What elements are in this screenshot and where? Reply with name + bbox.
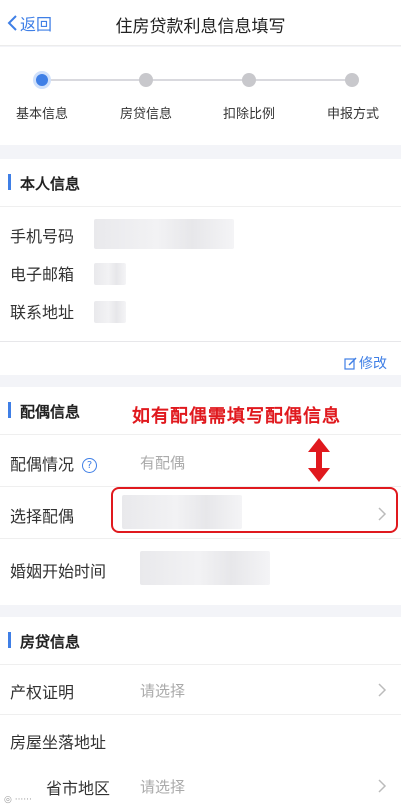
email-value-blurred: [94, 263, 126, 285]
region-row[interactable]: 省市地区 请选择: [0, 763, 401, 811]
step-label-method: 申报方式: [326, 107, 379, 122]
progress-line: [43, 79, 353, 81]
phone-value-blurred: [94, 219, 234, 249]
marriage-date-row[interactable]: 婚姻开始时间: [0, 539, 401, 605]
section-marker: [8, 402, 11, 418]
loan-info-header: 房贷信息: [0, 617, 401, 665]
address-row: 联系地址: [0, 291, 401, 329]
arrow-down-icon: [308, 438, 330, 482]
step-dot-3: [242, 73, 256, 87]
region-placeholder: 请选择: [140, 778, 186, 796]
page-title: 住房贷款利息信息填写: [115, 17, 286, 37]
spouse-status-value: 有配偶: [140, 454, 186, 472]
step-label-basic: 基本信息: [15, 107, 68, 122]
personal-info-title: 本人信息: [20, 175, 81, 193]
step-dot-1: [33, 71, 51, 89]
phone-label: 手机号码: [10, 227, 75, 246]
property-cert-placeholder: 请选择: [140, 682, 186, 700]
edit-row: 修改: [0, 341, 401, 381]
nav-bar: 返回 住房贷款利息信息填写: [0, 0, 401, 46]
spouse-info-title: 配偶信息: [20, 403, 81, 421]
personal-info-section: 本人信息 手机号码 电子邮箱 联系地址 修改: [0, 159, 401, 375]
loan-info-section: 房贷信息 产权证明 请选择 房屋坐落地址 省市地区 请选择: [0, 605, 401, 811]
chevron-right-icon: [378, 683, 387, 697]
phone-row: 手机号码: [0, 215, 401, 253]
section-marker: [8, 632, 11, 648]
spouse-status-row[interactable]: 配偶情况? 有配偶: [0, 435, 401, 487]
property-cert-label: 产权证明: [10, 683, 75, 702]
region-label: 省市地区: [46, 779, 111, 798]
edit-label: 修改: [359, 356, 387, 372]
chevron-right-icon: [378, 779, 387, 793]
address-value-blurred: [94, 301, 126, 323]
house-address-label: 房屋坐落地址: [10, 733, 107, 752]
marriage-date-label: 婚姻开始时间: [10, 562, 107, 581]
select-spouse-label: 选择配偶: [10, 507, 75, 526]
house-address-row: 房屋坐落地址: [0, 715, 401, 763]
edit-button[interactable]: 修改: [344, 353, 387, 373]
annotation-text: 如有配偶需填写配偶信息: [132, 406, 341, 427]
email-label: 电子邮箱: [10, 265, 75, 284]
step-label-loan: 房贷信息: [119, 107, 172, 122]
step-dot-4: [345, 73, 359, 87]
loan-info-title: 房贷信息: [20, 633, 81, 651]
step-label-ratio: 扣除比例: [222, 107, 275, 122]
spouse-status-label: 配偶情况: [10, 455, 75, 474]
section-marker: [8, 174, 11, 190]
edit-icon: [344, 357, 357, 370]
property-cert-row[interactable]: 产权证明 请选择: [0, 665, 401, 715]
address-label: 联系地址: [10, 303, 75, 322]
step-progress: 基本信息 房贷信息 扣除比例 申报方式: [0, 47, 401, 145]
personal-info-header: 本人信息: [0, 159, 401, 207]
step-dot-2: [139, 73, 153, 87]
watermark-logo: ◎ ······: [4, 795, 32, 805]
marriage-date-blurred: [140, 551, 270, 585]
highlight-box: [111, 487, 398, 533]
email-row: 电子邮箱: [0, 253, 401, 291]
help-icon[interactable]: ?: [82, 458, 98, 473]
